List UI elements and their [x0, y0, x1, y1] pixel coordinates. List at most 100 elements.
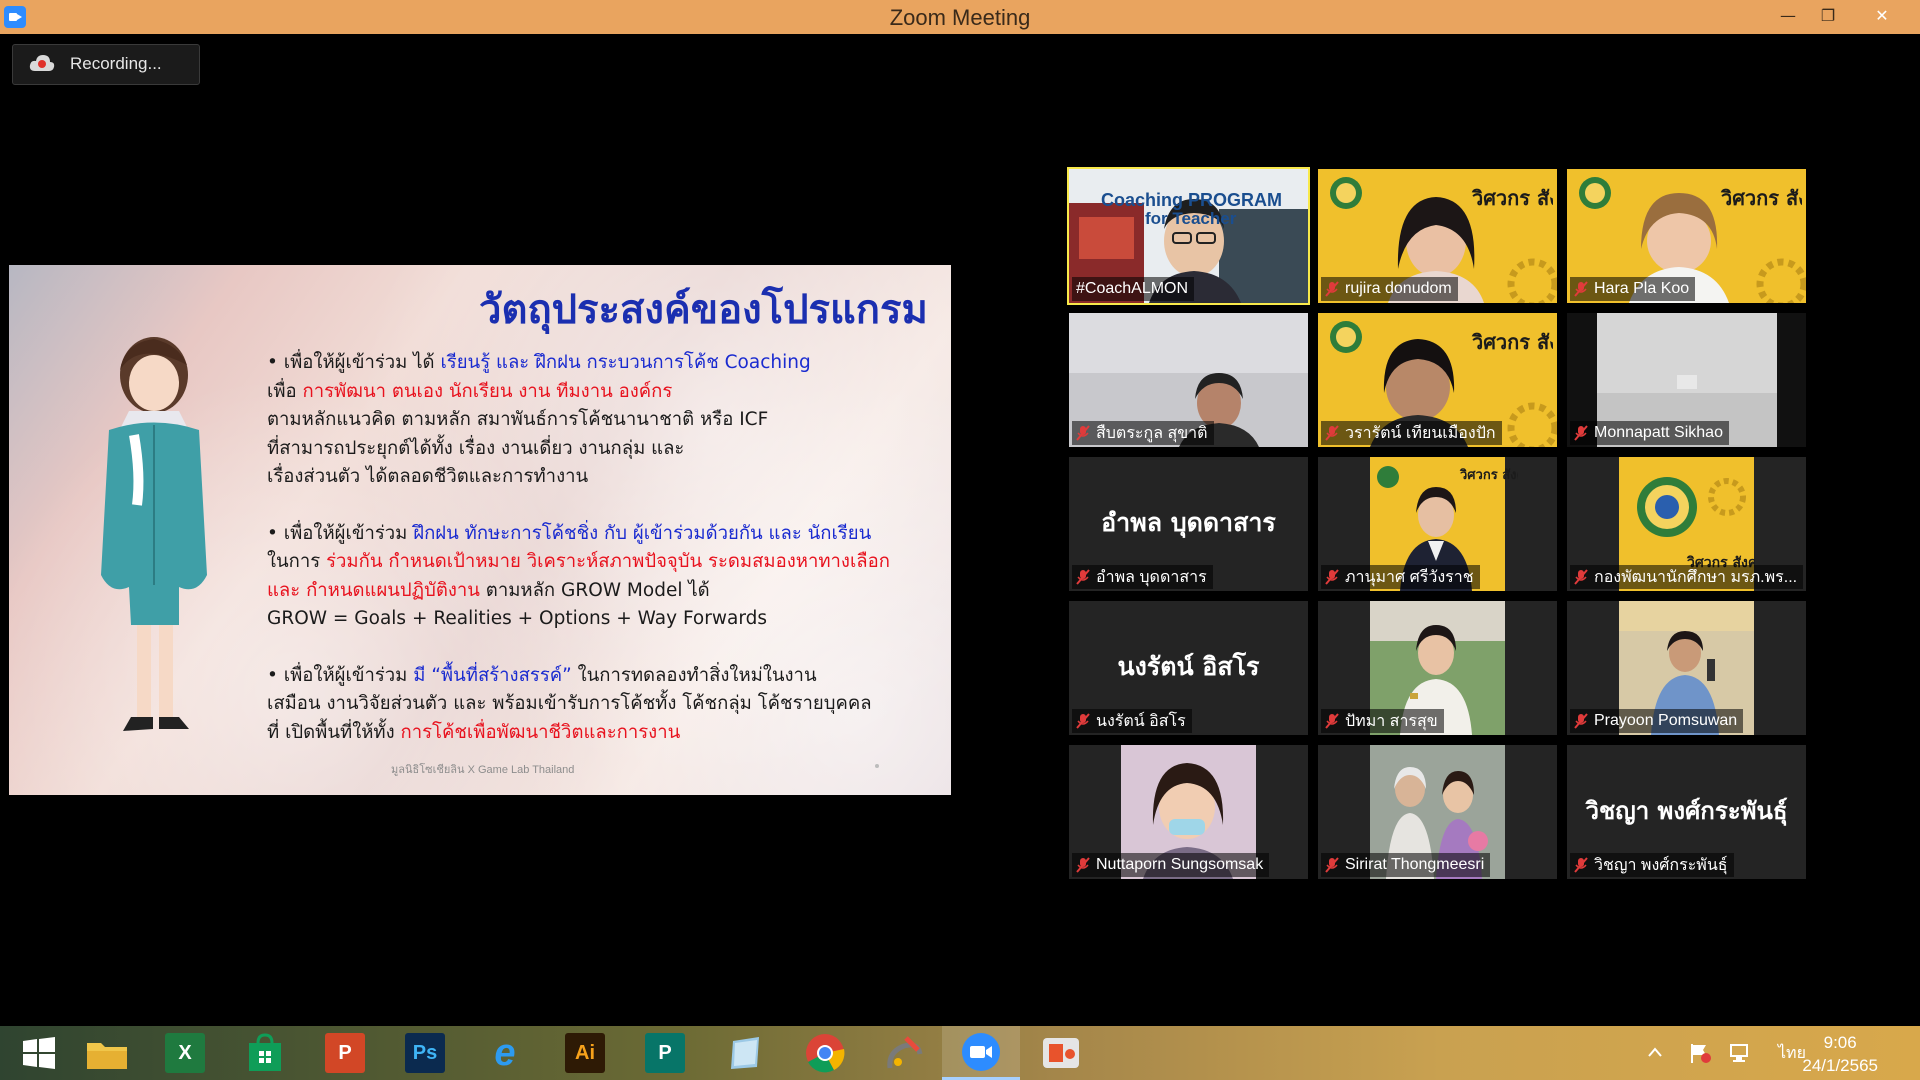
- participant-name: ปัทมา สารสุข: [1345, 712, 1438, 730]
- svg-text:for Teacher: for Teacher: [1145, 209, 1237, 228]
- taskbar-clock[interactable]: 9:06 24/1/2565: [1802, 1031, 1878, 1077]
- paint-icon: [887, 1036, 923, 1069]
- excel-icon: X: [165, 1033, 205, 1073]
- taskbar-paint[interactable]: [866, 1026, 944, 1080]
- muted-mic-icon: [1574, 713, 1588, 729]
- taskbar-chrome[interactable]: [786, 1026, 864, 1080]
- taskbar-excel[interactable]: X: [146, 1026, 224, 1080]
- participant-tile[interactable]: Coaching PROGRAM for Teacher #CoachALMON: [1067, 167, 1310, 305]
- logo-text: วิศวกร สังคม: [1471, 186, 1553, 210]
- muted-mic-icon: [1574, 281, 1588, 297]
- close-button[interactable]: ✕: [1862, 0, 1902, 34]
- powerpoint-icon: P: [325, 1033, 365, 1073]
- restore-button[interactable]: ❐: [1808, 0, 1848, 34]
- title-bar: Zoom Meeting — ❐ ✕: [0, 0, 1920, 34]
- participant-tile[interactable]: สืบตระกูล สุขาติ: [1069, 313, 1308, 447]
- action-center-flag-icon[interactable]: [1688, 1042, 1712, 1064]
- participant-nameplate: วรารัตน์ เทียนเมืองปัก: [1321, 421, 1502, 445]
- taskbar-store[interactable]: [226, 1026, 304, 1080]
- objective-2-text: • เพื่อให้ผู้เข้าร่วม: [267, 522, 414, 544]
- objective-3-highlight: การโค้ชเพื่อพัฒนาชีวิตและการงาน: [400, 721, 681, 743]
- objective-3: • เพื่อให้ผู้เข้าร่วม มี “พื้นที่สร้างสร…: [267, 662, 937, 748]
- taskbar-publisher[interactable]: P: [626, 1026, 704, 1080]
- recording-indicator[interactable]: Recording...: [12, 44, 200, 85]
- participant-nameplate: นงรัตน์ อิสโร: [1072, 709, 1192, 733]
- participant-tile[interactable]: Nuttaporn Sungsomsak: [1069, 745, 1308, 879]
- windows-taskbar: X P Ps e Ai P ไทย 9:06 24/1/2565: [0, 1026, 1920, 1080]
- participant-tile[interactable]: Sirirat Thongmeesri: [1318, 745, 1557, 879]
- participant-tile[interactable]: วิศวกร สังคม Hara Pla Koo: [1567, 169, 1806, 303]
- svg-text:วิศวกร สังคม: วิศวกร สังคม: [1471, 330, 1553, 354]
- muted-mic-icon: [1076, 425, 1090, 441]
- cloud-record-icon: [29, 55, 55, 71]
- taskbar-photoshop[interactable]: Ps: [386, 1026, 464, 1080]
- participant-display-name: อำพล บุดดาสาร: [1101, 508, 1276, 537]
- objective-2: • เพื่อให้ผู้เข้าร่วม ฝึกฝน ทักษะการโค้ช…: [267, 520, 937, 634]
- participant-tile[interactable]: วิศวกร สังคม ภานุมาศ ศรีวังราช: [1318, 457, 1557, 591]
- clock-time: 9:06: [1823, 1033, 1857, 1052]
- grow-formula: GROW = Goals + Realities + Options + Way…: [267, 608, 767, 629]
- participant-nameplate: Hara Pla Koo: [1570, 277, 1696, 301]
- objective-2-text: ตามหลัก GROW Model ได้: [479, 579, 710, 601]
- objective-2-highlight: และ กำหนดแผนปฏิบัติงาน: [267, 579, 480, 601]
- muted-mic-icon: [1574, 569, 1588, 585]
- logo-text: วิศวกร สังคม: [1720, 186, 1802, 210]
- participant-name: Monnapatt Sikhao: [1594, 424, 1723, 441]
- taskbar-illustrator[interactable]: Ai: [546, 1026, 624, 1080]
- objective-1-text: ที่สามารถประยุกต์ได้ทั้ง เรื่อง งานเดี่ย…: [267, 437, 685, 459]
- logo-text: วิศวกร สังคม: [1471, 330, 1553, 354]
- muted-mic-icon: [1325, 713, 1339, 729]
- cartoon-woman-illustration: [101, 337, 207, 731]
- participant-name: #CoachALMON: [1076, 280, 1189, 297]
- shared-screen-slide: วัตถุประสงค์ของโปรแกรม • เพื่อให้ผู้เข้า…: [9, 265, 951, 795]
- chevron-up-icon[interactable]: [1648, 1046, 1662, 1058]
- participant-tile[interactable]: วิศวกร สังคม rujira donudom: [1318, 169, 1557, 303]
- window-title: Zoom Meeting: [889, 5, 1031, 30]
- participant-name: วิชญา พงศ์กระพันธุ์: [1594, 856, 1728, 874]
- muted-mic-icon: [1325, 281, 1339, 297]
- photoshop-icon: Ps: [405, 1033, 445, 1073]
- taskbar-file-explorer[interactable]: [68, 1026, 146, 1080]
- participant-nameplate: ปัทมา สารสุข: [1321, 709, 1444, 733]
- participant-name: ภานุมาศ ศรีวังราช: [1345, 568, 1474, 586]
- taskbar-camera-app[interactable]: [1022, 1026, 1100, 1080]
- muted-mic-icon: [1574, 425, 1588, 441]
- muted-mic-icon: [1325, 857, 1339, 873]
- taskbar-internet-explorer[interactable]: e: [466, 1026, 544, 1080]
- muted-mic-icon: [1076, 569, 1090, 585]
- objective-1-text: • เพื่อให้ผู้เข้าร่วม ได้: [267, 352, 441, 373]
- zoom-icon: [962, 1032, 1000, 1071]
- participant-tile[interactable]: วิศวกร สังคม วรารัตน์ เทียนเมืองปัก: [1318, 313, 1557, 447]
- network-icon[interactable]: [1728, 1042, 1752, 1064]
- participant-tile[interactable]: ปัทมา สารสุข: [1318, 601, 1557, 735]
- participant-tile[interactable]: Prayoon Pomsuwan: [1567, 601, 1806, 735]
- participant-nameplate: Prayoon Pomsuwan: [1570, 709, 1744, 733]
- participant-tile[interactable]: นงรัตน์ อิสโร นงรัตน์ อิสโร: [1069, 601, 1308, 735]
- publisher-icon: P: [645, 1033, 685, 1073]
- start-button[interactable]: [0, 1026, 78, 1080]
- start-icon: [23, 1037, 55, 1069]
- participant-tile[interactable]: Monnapatt Sikhao: [1567, 313, 1806, 447]
- participant-name: rujira donudom: [1345, 280, 1452, 297]
- logo-text: วิศวกร สังคม: [1459, 468, 1518, 483]
- participant-name: กองพัฒนานักศึกษา มรภ.พร...: [1594, 568, 1798, 586]
- taskbar-tablet-app[interactable]: [706, 1026, 784, 1080]
- objective-3-text: • เพื่อให้ผู้เข้าร่วม: [267, 664, 414, 686]
- clock-date: 24/1/2565: [1802, 1056, 1878, 1075]
- participant-nameplate: Sirirat Thongmeesri: [1321, 853, 1491, 877]
- participant-tile[interactable]: อำพล บุดดาสาร อำพล บุดดาสาร: [1069, 457, 1308, 591]
- minimize-button[interactable]: —: [1768, 0, 1808, 34]
- participant-name: อำพล บุดดาสาร: [1096, 568, 1207, 586]
- participant-name: นงรัตน์ อิสโร: [1096, 712, 1186, 730]
- participant-display-name: วิชญา พงศ์กระพันธุ์: [1585, 796, 1788, 825]
- objective-1-highlight: เรียนรู้ และ ฝึกฝน กระบวนการโค้ช Coachin…: [440, 352, 811, 373]
- participant-name: Nuttaporn Sungsomsak: [1096, 856, 1264, 873]
- participant-nameplate: Monnapatt Sikhao: [1570, 421, 1729, 445]
- participant-tile[interactable]: วิชญา พงศ์กระพันธุ์ วิชญา พงศ์กระพันธุ์: [1567, 745, 1806, 879]
- svg-text:วิศวกร สังคม: วิศวกร สังคม: [1459, 468, 1518, 483]
- participant-nameplate: สืบตระกูล สุขาติ: [1072, 421, 1214, 445]
- taskbar-powerpoint[interactable]: P: [306, 1026, 384, 1080]
- participant-tile[interactable]: วิศวกร สังคม กองพัฒนานักศึกษา มรภ.พร...: [1567, 457, 1806, 591]
- taskbar-zoom[interactable]: [942, 1026, 1020, 1080]
- objective-3-text: ในการทดลองทำสิ่งใหม่ในงาน: [571, 664, 817, 686]
